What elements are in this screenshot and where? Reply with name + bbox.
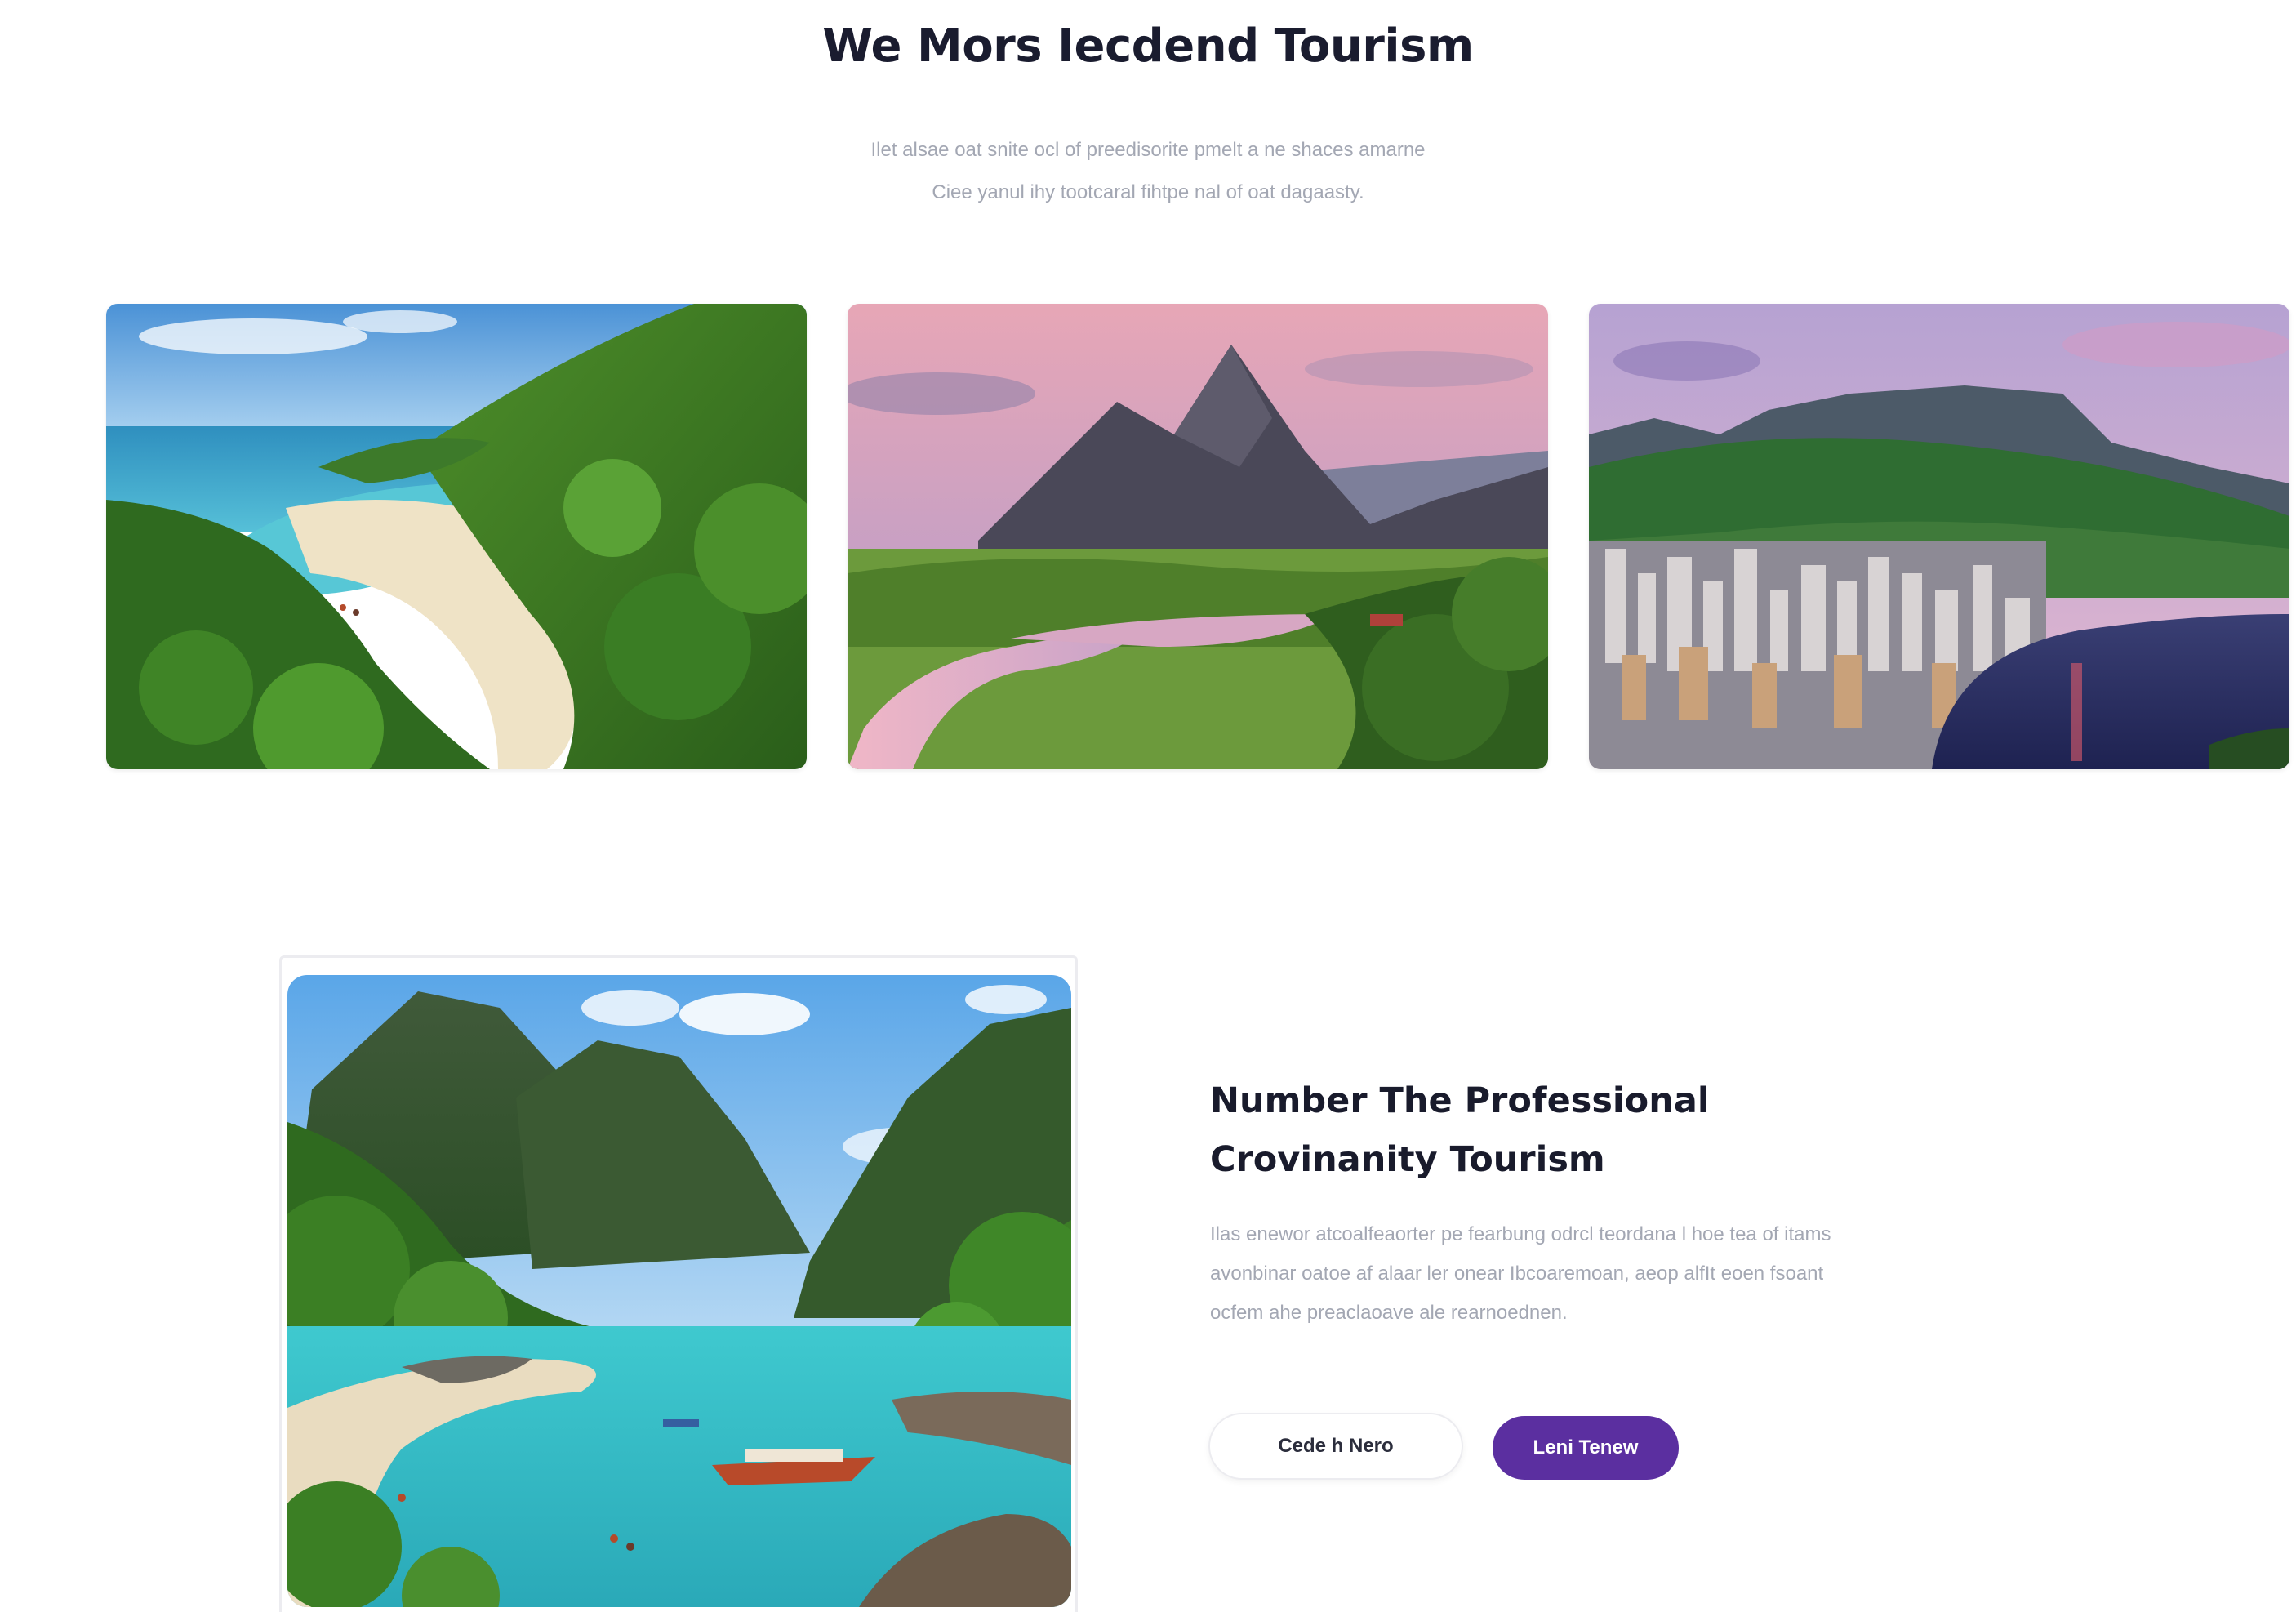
feature-title: Number The Professional Crovinanity Tour… xyxy=(1210,1071,1945,1189)
city-bay-image xyxy=(1589,304,2289,769)
section-title: We Mors Iecdend Tourism xyxy=(822,20,1474,73)
feature-image-lagoon xyxy=(287,975,1071,1607)
mountain-river-image xyxy=(848,304,1548,769)
section-subtitle-line-2: Ciee yanul ihy tootcaral fihtpe nal of o… xyxy=(932,181,1364,203)
feature-description-line-1: Ilas enewor atcoalfeaorter pe fearbung o… xyxy=(1210,1223,1831,1245)
feature-description: Ilas enewor atcoalfeaorter pe fearbung o… xyxy=(1210,1215,2010,1333)
feature-description-line-3: ocfem ahe preaclaoave ale rearnoednen. xyxy=(1210,1302,1568,1324)
section-subtitle: Ilet alsae oat snite ocl of preedisorite… xyxy=(740,129,1556,214)
gallery-card-city-bay[interactable] xyxy=(1589,304,2289,769)
page: We Mors Iecdend Tourism Ilet alsae oat s… xyxy=(0,0,2296,1612)
primary-button[interactable]: Leni Tenew xyxy=(1493,1416,1679,1480)
section-subtitle-line-1: Ilet alsae oat snite ocl of preedisorite… xyxy=(870,139,1426,161)
gallery-card-mountain-river[interactable] xyxy=(848,304,1548,769)
lagoon-boat-image xyxy=(287,975,1071,1607)
feature-description-line-2: avonbinar oatoe af alaar ler onear Ibcoa… xyxy=(1210,1262,1824,1285)
beach-coast-image xyxy=(106,304,807,769)
gallery-card-beach[interactable] xyxy=(106,304,807,769)
secondary-button[interactable]: Cede h Nero xyxy=(1208,1413,1463,1480)
feature-title-line-2: Crovinanity Tourism xyxy=(1210,1139,1605,1180)
feature-title-line-1: Number The Professional xyxy=(1210,1080,1710,1121)
